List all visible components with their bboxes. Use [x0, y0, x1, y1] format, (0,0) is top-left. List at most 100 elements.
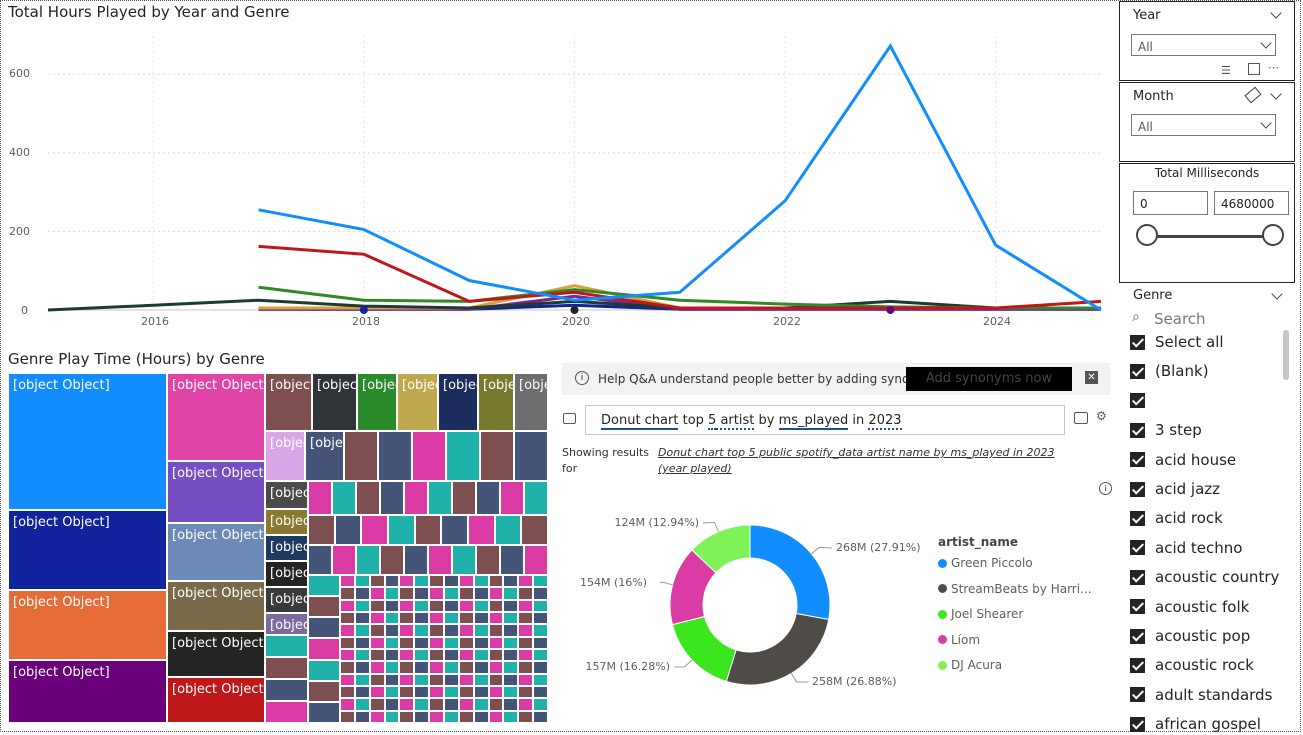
treemap-tile[interactable] — [444, 661, 459, 674]
treemap-tile[interactable] — [414, 710, 430, 723]
legend-item[interactable]: Green Piccolo — [938, 556, 1033, 570]
treemap-tile[interactable] — [518, 575, 534, 588]
treemap-tile[interactable]: [object Object] — [265, 373, 312, 431]
treemap-tile[interactable] — [452, 481, 476, 515]
treemap-tile[interactable]: [object Object] — [478, 373, 514, 431]
genre-option[interactable]: acoustic country — [1130, 566, 1279, 588]
checkbox-icon[interactable] — [1130, 422, 1145, 438]
treemap-tile[interactable] — [518, 661, 534, 674]
treemap-tile[interactable] — [414, 587, 430, 600]
treemap-tile[interactable] — [369, 661, 385, 674]
treemap-tile[interactable] — [378, 431, 412, 481]
treemap-tile[interactable] — [429, 575, 444, 588]
treemap-tile[interactable] — [399, 612, 415, 625]
treemap-tile[interactable] — [518, 710, 534, 723]
chevron-down-icon[interactable] — [1270, 7, 1282, 19]
treemap-tile[interactable] — [429, 710, 444, 723]
treemap-tile[interactable] — [384, 686, 400, 699]
treemap-tile[interactable] — [384, 649, 400, 662]
treemap-tile[interactable] — [518, 649, 534, 662]
treemap-tile[interactable]: [object Object] — [265, 613, 308, 635]
treemap-tile[interactable] — [524, 545, 548, 575]
treemap-tile[interactable] — [444, 686, 459, 699]
treemap-tile[interactable] — [399, 575, 415, 588]
treemap-tile[interactable] — [444, 698, 459, 711]
treemap-tile[interactable] — [503, 710, 519, 723]
checkbox-icon[interactable] — [1130, 569, 1145, 585]
add-synonyms-button[interactable]: Add synonyms now — [906, 367, 1072, 391]
treemap-tile[interactable] — [503, 575, 519, 588]
eraser-icon[interactable] — [1244, 86, 1262, 104]
treemap-tile[interactable] — [458, 698, 474, 711]
treemap-tile[interactable] — [414, 636, 430, 649]
info-icon[interactable]: i — [1099, 482, 1112, 495]
treemap-tile[interactable] — [503, 661, 519, 674]
treemap-tile[interactable] — [340, 624, 355, 637]
treemap-tile[interactable] — [488, 698, 504, 711]
treemap-tile[interactable] — [521, 515, 548, 545]
treemap-tile[interactable] — [518, 686, 534, 699]
filter-icon[interactable]: ☰ — [1221, 64, 1231, 77]
treemap-tile[interactable] — [354, 649, 370, 662]
treemap-tile[interactable] — [369, 636, 385, 649]
treemap-tile[interactable] — [429, 636, 444, 649]
treemap-tile[interactable] — [399, 661, 415, 674]
genre-option[interactable]: acoustic rock — [1130, 654, 1254, 676]
genre-option[interactable]: (Blank) — [1130, 360, 1209, 382]
line-series[interactable] — [258, 284, 1101, 310]
treemap-tile[interactable] — [265, 657, 308, 679]
treemap-tile[interactable] — [399, 649, 415, 662]
treemap-tile[interactable] — [399, 686, 415, 699]
data-point[interactable] — [359, 306, 368, 314]
data-point[interactable] — [570, 306, 579, 314]
treemap-tile[interactable] — [388, 515, 415, 545]
treemap-tile[interactable]: [object Object] — [8, 590, 167, 660]
checkbox-icon[interactable] — [1130, 540, 1145, 556]
treemap-tile[interactable] — [399, 624, 415, 637]
treemap-tile[interactable] — [340, 698, 355, 711]
treemap-tile[interactable] — [458, 649, 474, 662]
genre-option[interactable]: acoustic pop — [1130, 625, 1250, 647]
treemap-tile[interactable] — [354, 636, 370, 649]
treemap-tile[interactable] — [503, 649, 519, 662]
treemap-tile[interactable] — [533, 612, 548, 625]
treemap-tile[interactable] — [340, 661, 355, 674]
treemap-tile[interactable]: [object Object] — [265, 509, 308, 535]
treemap-tile[interactable] — [369, 599, 385, 612]
treemap-tile[interactable] — [518, 698, 534, 711]
genre-search-input[interactable]: Search — [1154, 310, 1206, 328]
legend-item[interactable]: DJ Acura — [938, 658, 1002, 672]
gear-icon[interactable]: ⚙ — [1096, 409, 1107, 423]
treemap-tile[interactable] — [414, 686, 430, 699]
treemap-tile[interactable] — [369, 587, 385, 600]
treemap-tile[interactable] — [399, 698, 415, 711]
treemap-tile[interactable] — [473, 612, 489, 625]
treemap-tile[interactable] — [369, 649, 385, 662]
treemap-tile[interactable] — [380, 545, 404, 575]
ms-min-input[interactable]: 0 — [1133, 191, 1208, 215]
treemap-tile[interactable] — [468, 515, 495, 545]
treemap-tile[interactable]: [object Object] — [167, 631, 265, 677]
treemap-tile[interactable] — [533, 661, 548, 674]
treemap-tile[interactable] — [488, 587, 504, 600]
treemap-tile[interactable] — [488, 649, 504, 662]
genre-scrollbar[interactable] — [1283, 330, 1289, 380]
treemap-tile[interactable] — [488, 686, 504, 699]
legend-item[interactable]: StreamBeats by Harri... — [938, 582, 1092, 596]
checkbox-icon[interactable] — [1130, 481, 1145, 497]
treemap-tile[interactable] — [518, 636, 534, 649]
treemap-tile[interactable] — [308, 659, 340, 681]
treemap-tile[interactable] — [399, 636, 415, 649]
treemap-tile[interactable] — [384, 710, 400, 723]
line-chart[interactable] — [0, 0, 1115, 340]
treemap-tile[interactable] — [488, 710, 504, 723]
treemap-tile[interactable]: [object Object] — [265, 481, 308, 509]
treemap-tile[interactable] — [414, 698, 430, 711]
treemap-tile[interactable] — [503, 636, 519, 649]
treemap-tile[interactable] — [458, 612, 474, 625]
checkbox-icon[interactable] — [1130, 628, 1145, 644]
treemap-tile[interactable] — [399, 587, 415, 600]
treemap-tile[interactable]: [object Object] — [8, 373, 167, 510]
focus-mode-icon[interactable] — [1248, 63, 1260, 75]
treemap-tile[interactable] — [308, 575, 340, 597]
